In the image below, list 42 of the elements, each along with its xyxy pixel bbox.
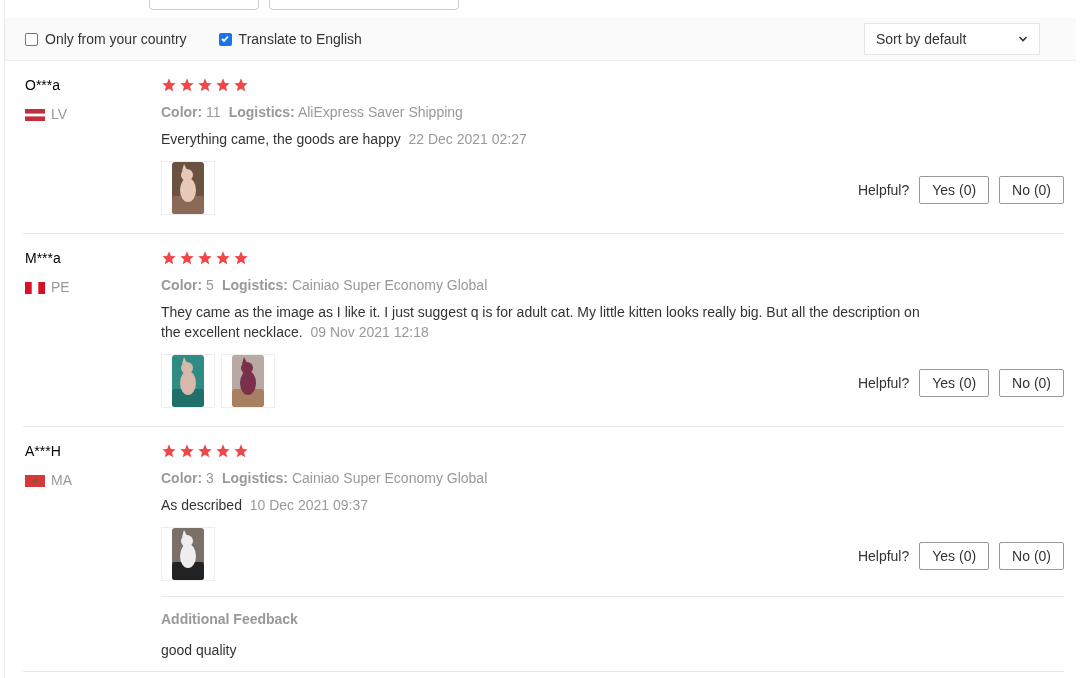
helpful-label: Helpful? (857, 373, 910, 393)
review-date: 22 Dec 2021 02:27 (408, 131, 527, 147)
review-text: As described 10 Dec 2021 09:37 (161, 496, 370, 515)
photo-thumbnail[interactable] (161, 161, 215, 215)
checkbox[interactable] (218, 32, 232, 46)
sort-dropdown[interactable]: Sort by default (864, 23, 1040, 55)
helpful-label: Helpful? (857, 180, 910, 200)
country-code: MA (51, 471, 72, 490)
yes-button[interactable]: Yes (0) (919, 542, 990, 570)
photo-thumbnail[interactable] (221, 354, 275, 408)
flag-icon (25, 281, 45, 294)
checkbox[interactable] (25, 32, 38, 46)
logistics-info: Logistics: Cainiao Super Economy Global (221, 469, 488, 488)
product-color: Color: 11 (161, 103, 221, 122)
yes-button[interactable]: Yes (0) (919, 176, 990, 204)
country-code: PE (51, 278, 70, 297)
caret-icon (1018, 36, 1028, 42)
checkbox-label[interactable]: Translate to English (238, 28, 362, 50)
product-color: Color: 5 (161, 276, 214, 295)
logistics-info: Logistics: Cainiao Super Economy Global (221, 276, 488, 295)
review-text: They came as the image as I like it. I just suggest q is for adult cat. My little kitten looks really big. But all the description on the excellent necklace. 09 Nov 2021 12:18 (161, 303, 921, 342)
photo-thumbnail[interactable] (161, 354, 215, 408)
review-date: 10 Dec 2021 09:37 (249, 497, 369, 513)
reviewer-name: M***a (25, 249, 62, 268)
reviewer-name: A***H (25, 442, 62, 461)
reviewer-name: O***a (25, 76, 62, 95)
yes-button[interactable]: Yes (0) (919, 369, 990, 397)
checkbox-label[interactable]: Only from your country (45, 28, 187, 50)
helpful-label: Helpful? (857, 546, 910, 566)
logistics-info: Logistics: AliExpress Saver Shipping (228, 103, 463, 122)
flag-icon (25, 108, 45, 121)
photo-thumbnail[interactable] (161, 527, 215, 581)
review-date: 09 Nov 2021 12:18 (310, 324, 429, 340)
feedback-text: good quality (161, 641, 238, 660)
flag-icon (25, 474, 45, 487)
no-button[interactable]: No (0) (999, 369, 1064, 397)
product-color: Color: 3 (161, 469, 214, 488)
feedback-heading: Additional Feedback (161, 610, 299, 629)
no-button[interactable]: No (0) (999, 542, 1064, 570)
no-button[interactable]: No (0) (999, 176, 1064, 204)
review-text: Everything came, the goods are happy 22 Dec 2021 02:27 (161, 130, 528, 149)
country-code: LV (51, 105, 68, 124)
